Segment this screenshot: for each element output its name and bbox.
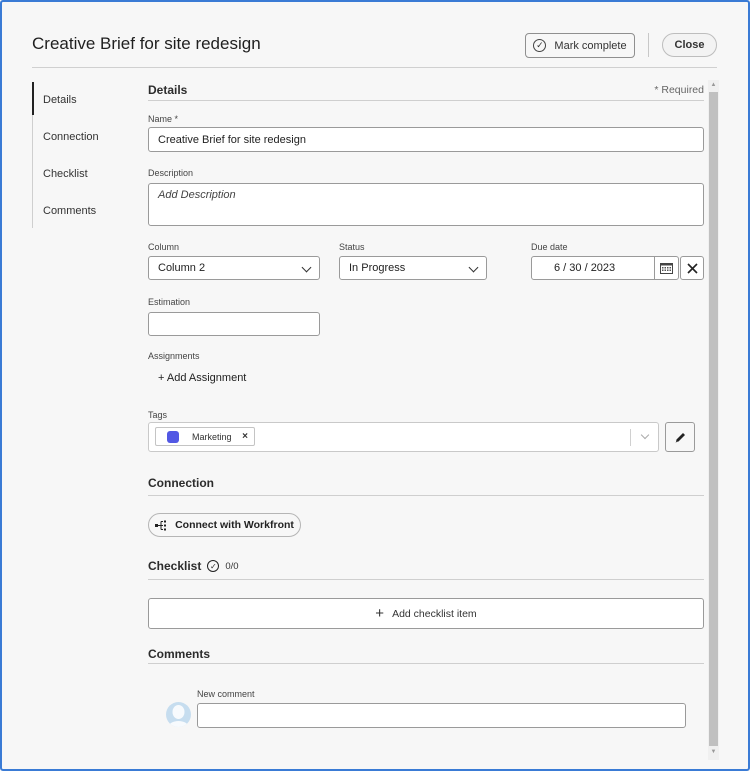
check-circle-icon: ✓ bbox=[533, 39, 547, 52]
chevron-down-icon[interactable] bbox=[640, 430, 650, 440]
name-input[interactable]: Creative Brief for site redesign bbox=[148, 127, 704, 152]
pencil-icon bbox=[675, 432, 685, 442]
close-icon bbox=[686, 262, 698, 274]
nav-item-comments[interactable]: Comments bbox=[43, 205, 96, 217]
required-note: * Required bbox=[654, 84, 704, 96]
remove-tag-icon[interactable]: × bbox=[242, 431, 248, 442]
description-textarea[interactable]: Add Description bbox=[148, 183, 704, 226]
add-checklist-item-button[interactable]: + Add checklist item bbox=[148, 598, 704, 629]
checklist-count: 0/0 bbox=[225, 560, 239, 572]
status-label: Status bbox=[339, 242, 365, 252]
scrollbar-thumb[interactable] bbox=[709, 92, 718, 746]
add-checklist-item-label: Add checklist item bbox=[392, 607, 477, 620]
checklist-title: Checklist bbox=[148, 559, 202, 573]
details-divider bbox=[148, 100, 704, 101]
comments-divider bbox=[148, 663, 704, 664]
add-assignment-button[interactable]: + Add Assignment bbox=[158, 372, 246, 384]
user-placeholder-icon bbox=[168, 705, 189, 727]
tag-chip: Marketing × bbox=[155, 427, 255, 446]
connection-heading: Connection bbox=[148, 476, 214, 490]
details-heading: Details bbox=[148, 83, 188, 97]
column-label: Column bbox=[148, 242, 180, 252]
tag-color-swatch bbox=[167, 430, 179, 443]
column-select[interactable]: Column 2 bbox=[148, 256, 320, 280]
checklist-divider bbox=[148, 579, 704, 580]
checklist-heading: Checklist ✓ 0/0 bbox=[148, 559, 239, 573]
scroll-up-icon[interactable]: ▲ bbox=[709, 80, 718, 90]
assignments-label: Assignments bbox=[148, 351, 200, 361]
estimation-label: Estimation bbox=[148, 297, 191, 307]
tags-label: Tags bbox=[148, 410, 168, 420]
calendar-button[interactable] bbox=[654, 256, 679, 280]
scroll-down-icon[interactable]: ▼ bbox=[709, 747, 718, 757]
section-nav: Details Connection Checklist Comments bbox=[32, 82, 132, 228]
connect-workfront-button[interactable]: Connect with Workfront bbox=[148, 513, 301, 537]
name-label: Name * bbox=[148, 114, 179, 124]
description-label: Description bbox=[148, 168, 194, 178]
due-date-value: 6 / 30 / 2023 bbox=[554, 262, 616, 274]
new-comment-label: New comment bbox=[197, 689, 255, 699]
name-value: Creative Brief for site redesign bbox=[158, 133, 306, 146]
description-placeholder: Add Description bbox=[158, 189, 236, 201]
tags-divider bbox=[630, 429, 631, 446]
workfront-connect-icon bbox=[155, 520, 167, 530]
mark-complete-button[interactable]: ✓ Mark complete bbox=[525, 33, 635, 58]
nav-item-checklist[interactable]: Checklist bbox=[43, 168, 88, 180]
nav-item-connection[interactable]: Connection bbox=[43, 131, 99, 143]
due-date-input[interactable]: 6 / 30 / 2023 bbox=[531, 256, 655, 280]
new-comment-input[interactable] bbox=[197, 703, 686, 728]
mark-complete-label: Mark complete bbox=[554, 39, 627, 52]
chevron-down-icon bbox=[468, 262, 479, 273]
avatar bbox=[166, 702, 191, 727]
close-button[interactable]: Close bbox=[662, 33, 717, 57]
plus-icon: + bbox=[375, 605, 385, 622]
check-circle-icon: ✓ bbox=[207, 560, 220, 572]
nav-active-indicator bbox=[32, 82, 34, 115]
comments-heading: Comments bbox=[148, 647, 211, 661]
nav-item-details[interactable]: Details bbox=[43, 94, 77, 106]
tag-label: Marketing bbox=[192, 431, 232, 442]
header-divider-line bbox=[32, 67, 717, 68]
calendar-icon bbox=[660, 263, 673, 274]
estimation-input[interactable] bbox=[148, 312, 320, 336]
chevron-down-icon bbox=[301, 262, 312, 273]
due-date-label: Due date bbox=[531, 242, 568, 252]
clear-date-button[interactable] bbox=[680, 256, 704, 280]
header-divider bbox=[648, 33, 649, 57]
connection-divider bbox=[148, 495, 704, 496]
column-value: Column 2 bbox=[158, 262, 206, 274]
status-select[interactable]: In Progress bbox=[339, 256, 487, 280]
connect-workfront-label: Connect with Workfront bbox=[175, 519, 294, 531]
edit-tags-button[interactable] bbox=[665, 422, 695, 452]
status-value: In Progress bbox=[349, 262, 406, 274]
dialog-title: Creative Brief for site redesign bbox=[32, 34, 261, 53]
